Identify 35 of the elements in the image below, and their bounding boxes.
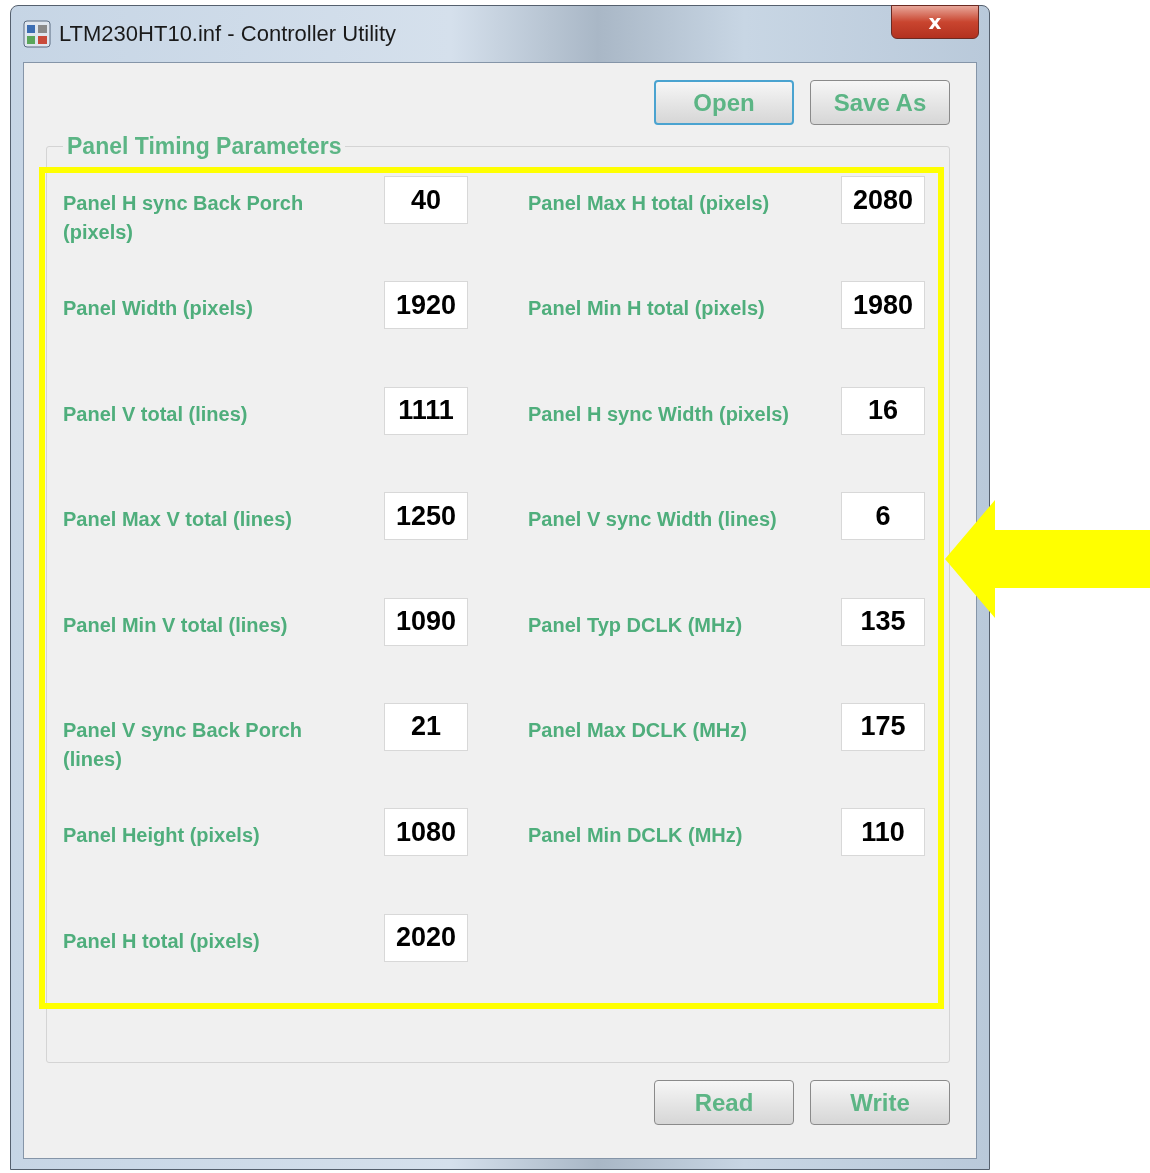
input-field[interactable]: 175 bbox=[841, 702, 925, 751]
app-icon bbox=[23, 20, 51, 48]
field-label: Panel Width (pixels) bbox=[63, 296, 254, 322]
field-label: Panel Typ DCLK (MHz) bbox=[528, 612, 744, 638]
field-label: Panel Height (pixels) bbox=[63, 823, 261, 849]
field-label: Panel V sync Width (lines) bbox=[528, 507, 778, 533]
group-title: Panel Timing Parameters bbox=[66, 133, 343, 160]
field-label: Panel Max DCLK (MHz) bbox=[528, 717, 748, 743]
field-label: Panel V total (lines) bbox=[63, 401, 249, 427]
input-field[interactable]: 21 bbox=[384, 702, 468, 751]
input-field[interactable]: 2020 bbox=[384, 913, 468, 962]
field-label: Panel Min H total (pixels) bbox=[528, 296, 766, 322]
field-label: Panel H total (pixels) bbox=[63, 928, 261, 954]
field-label: Panel Min V total (lines) bbox=[63, 612, 289, 638]
input-field[interactable]: 135 bbox=[841, 597, 925, 646]
input-field[interactable]: 16 bbox=[841, 386, 925, 435]
input-field[interactable]: 2080 bbox=[841, 176, 925, 224]
input-field[interactable]: 6 bbox=[841, 492, 925, 541]
field-label: Panel Min DCLK (MHz) bbox=[528, 823, 744, 849]
input-field[interactable]: 110 bbox=[841, 808, 925, 857]
field-label: Panel V sync Back Porch (lines) bbox=[63, 717, 303, 772]
window-title: LTM230HT10.inf - Controller Utility bbox=[59, 21, 398, 47]
input-field[interactable]: 1980 bbox=[841, 281, 925, 330]
input-field[interactable]: 40 bbox=[384, 176, 468, 224]
field-label: Panel Max H total (pixels) bbox=[528, 191, 771, 216]
input-field[interactable]: 1250 bbox=[384, 492, 468, 541]
field-label: Panel H sync Width (pixels) bbox=[528, 401, 790, 427]
input-field[interactable]: 1111 bbox=[384, 386, 468, 435]
field-label: Panel Max V total (lines) bbox=[63, 507, 293, 533]
input-field[interactable]: 1920 bbox=[384, 281, 468, 330]
close-button[interactable]: x bbox=[891, 5, 979, 39]
arrow-icon bbox=[945, 500, 1150, 618]
input-field[interactable]: 1080 bbox=[384, 808, 468, 857]
input-field[interactable]: 1090 bbox=[384, 597, 468, 646]
field-label: Panel H sync Back Porch (pixels) bbox=[63, 191, 305, 245]
